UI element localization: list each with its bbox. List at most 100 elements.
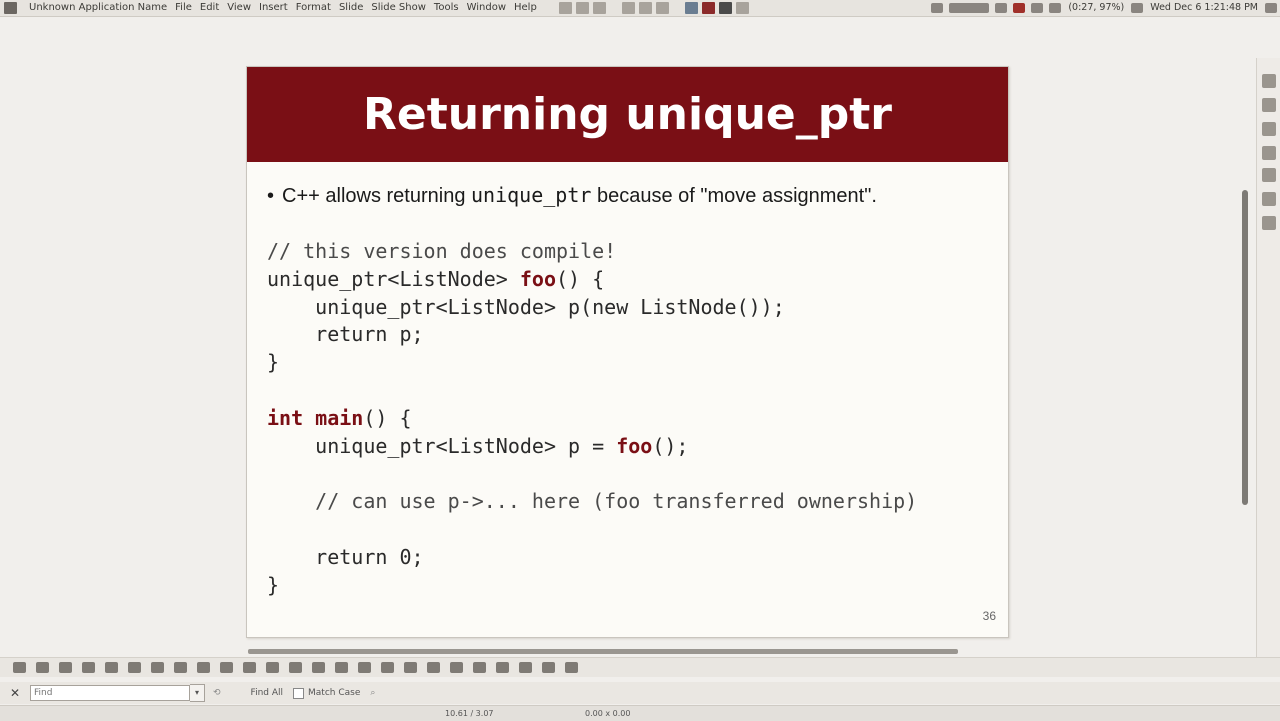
keyboard-icon[interactable] (949, 3, 990, 13)
vertical-scrollbar[interactable] (1242, 190, 1248, 505)
styles-icon[interactable] (1262, 98, 1276, 112)
properties-icon[interactable] (1262, 74, 1276, 88)
toolbar-icon[interactable] (684, 2, 698, 14)
slide-bullet[interactable]: • C++ allows returning unique_ptr because… (267, 183, 877, 208)
navigator-icon[interactable] (1262, 146, 1276, 160)
symbol-shapes-icon[interactable] (266, 662, 279, 673)
find-all-button[interactable]: Find All (251, 688, 283, 698)
callouts-icon[interactable] (335, 662, 348, 673)
shadow-icon[interactable] (473, 662, 486, 673)
toolbar-icon[interactable] (592, 2, 606, 14)
bullet-code: unique_ptr (471, 183, 592, 207)
menu-view[interactable]: View (223, 0, 255, 16)
code-line: unique_ptr<ListNode> p = foo(); (267, 433, 689, 458)
slide-workspace[interactable]: Returning unique_ptr • C++ allows returni… (0, 57, 1242, 655)
code-block[interactable]: // this version does compile! unique_ptr<… (267, 238, 917, 599)
menu-slide-show[interactable]: Slide Show (367, 0, 430, 16)
menu-format[interactable]: Format (292, 0, 335, 16)
3d-objects-icon[interactable] (381, 662, 394, 673)
menu-window[interactable]: Window (463, 0, 510, 16)
power-icon[interactable] (1265, 3, 1277, 13)
bullet-text-before: C++ allows returning (282, 185, 471, 207)
rotate-icon[interactable] (404, 662, 417, 673)
rectangle-icon[interactable] (128, 662, 141, 673)
points-icon[interactable] (519, 662, 532, 673)
cursor-position: 10.61 / 3.07 (445, 709, 494, 718)
menu-file[interactable]: File (171, 0, 196, 16)
code-line: // this version does compile! (267, 239, 617, 263)
flowchart-icon[interactable] (312, 662, 325, 673)
toolbar-icon[interactable] (655, 2, 669, 14)
toolbar-icon[interactable] (701, 2, 715, 14)
toolbar-icon[interactable] (735, 2, 749, 14)
extrusion-icon[interactable] (565, 662, 578, 673)
select-icon[interactable] (13, 662, 26, 673)
find-history-icon[interactable]: ⟲ (213, 688, 221, 698)
gallery-icon[interactable] (1262, 122, 1276, 136)
drawing-toolbar (0, 657, 1280, 677)
fill-color-icon[interactable] (82, 662, 95, 673)
menu-edit[interactable]: Edit (196, 0, 223, 16)
arrow-icon[interactable] (174, 662, 187, 673)
text-icon[interactable] (1262, 168, 1276, 182)
menu-insert[interactable]: Insert (255, 0, 292, 16)
mail-icon[interactable] (1013, 3, 1026, 13)
toolbar-icon[interactable] (621, 2, 635, 14)
wifi-icon[interactable] (995, 3, 1008, 13)
crop-icon[interactable] (496, 662, 509, 673)
close-find-icon[interactable]: ✕ (10, 686, 24, 700)
block-arrows-icon[interactable] (289, 662, 302, 673)
glue-points-icon[interactable] (542, 662, 555, 673)
connector-icon[interactable] (220, 662, 233, 673)
code-line: } (267, 572, 280, 597)
object-size: 0.00 x 0.00 (585, 709, 631, 718)
mail-indicator-icon[interactable] (1131, 3, 1144, 13)
chevron-down-icon[interactable]: ▾ (190, 684, 205, 702)
zoom-icon[interactable] (36, 662, 49, 673)
code-line: } (267, 350, 280, 375)
line-color-icon[interactable] (59, 662, 72, 673)
system-tray: (0:27, 97%) Wed Dec 6 1:21:48 PM (928, 0, 1280, 16)
toolbar-icon[interactable] (575, 2, 589, 14)
slide-number: 36 (982, 609, 996, 623)
network-icon[interactable] (931, 3, 944, 13)
toolbar-icon[interactable] (638, 2, 652, 14)
menu-slide[interactable]: Slide (335, 0, 367, 16)
status-bar: 10.61 / 3.07 0.00 x 0.00 (0, 705, 1280, 721)
slide-title-bar: Returning unique_ptr (247, 67, 1008, 162)
app-icon (4, 2, 17, 14)
find-toolbar: ✕ ▾ ⟲ Find All Match Case ⌕ (0, 682, 1280, 704)
toolbar-icon[interactable] (558, 2, 572, 14)
align-icon[interactable] (427, 662, 440, 673)
menu-tools[interactable]: Tools (430, 0, 463, 16)
bullet-dot: • (267, 185, 275, 207)
battery-icon[interactable] (1049, 3, 1062, 13)
bullet-text-after: because of "move assignment". (591, 185, 877, 207)
line-icon[interactable] (105, 662, 118, 673)
text-tool-icon[interactable] (718, 2, 732, 14)
match-case-label: Match Case (308, 688, 361, 698)
code-line: return 0; (267, 544, 424, 569)
find-input[interactable] (30, 685, 190, 701)
ellipse-icon[interactable] (151, 662, 164, 673)
horizontal-scrollbar[interactable] (248, 649, 958, 654)
code-line: unique_ptr<ListNode> foo() { (267, 266, 605, 291)
slide[interactable]: Returning unique_ptr • C++ allows returni… (246, 66, 1009, 638)
volume-icon[interactable] (1031, 3, 1044, 13)
stars-icon[interactable] (358, 662, 371, 673)
search-icon[interactable]: ⌕ (370, 688, 375, 698)
layout-icon[interactable] (1262, 192, 1276, 206)
clock[interactable]: Wed Dec 6 1:21:48 PM (1150, 0, 1258, 16)
match-case-checkbox[interactable] (293, 687, 305, 699)
arrange-icon[interactable] (450, 662, 463, 673)
code-line: // can use p->... here (foo transferred … (267, 489, 918, 514)
animation-icon[interactable] (1262, 216, 1276, 230)
curve-icon[interactable] (197, 662, 210, 673)
menu-help[interactable]: Help (510, 0, 541, 16)
slide-title[interactable]: Returning unique_ptr (363, 89, 892, 140)
basic-shapes-icon[interactable] (243, 662, 256, 673)
battery-status: (0:27, 97%) (1068, 2, 1125, 13)
